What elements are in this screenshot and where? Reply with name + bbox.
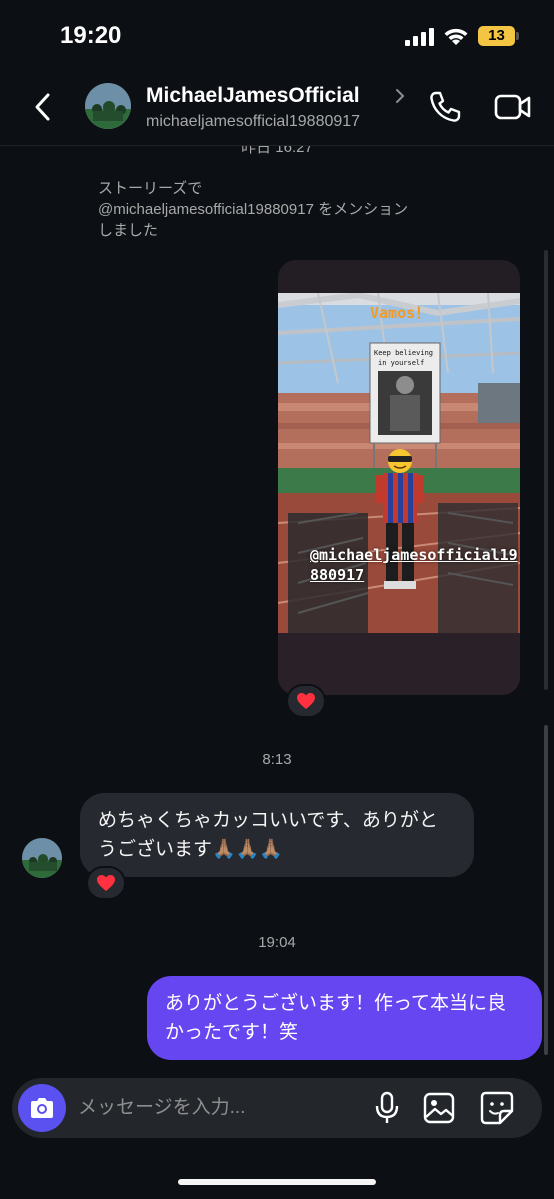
avatar[interactable] (22, 838, 62, 878)
chevron-left-icon[interactable] (28, 90, 60, 124)
battery-level: 13 (488, 27, 505, 44)
profile-handle[interactable]: michaeljamesofficial19880917 (146, 113, 360, 131)
status-bar: 19:20 13 (0, 0, 554, 70)
scroll-track (544, 250, 548, 690)
outgoing-message-bubble[interactable]: ありがとうございます！作って本当に良かったです！笑 (147, 976, 542, 1060)
camera-button[interactable] (18, 1084, 66, 1132)
story-overlay-text: Vamos！ (370, 304, 431, 322)
story-share-card[interactable]: Keep believing in yourself Vamos！ @micha… (278, 260, 520, 695)
scrollbar[interactable] (544, 725, 548, 1055)
phone-icon[interactable] (428, 90, 462, 124)
svg-text:Keep believing: Keep believing (374, 349, 433, 357)
story-mention-notice: ストーリーズで @michaeljamesofficial19880917 をメ… (98, 180, 409, 239)
sticker-icon[interactable] (480, 1091, 514, 1125)
cellular-signal-icon (405, 28, 434, 46)
timestamp-divider: 19:04 (258, 934, 296, 951)
heart-icon (97, 875, 115, 891)
profile-name[interactable]: MichaelJamesOfficial (146, 84, 388, 108)
svg-text:in yourself: in yourself (378, 359, 424, 367)
chat-header: MichaelJamesOfficial michaeljamesofficia… (0, 70, 554, 146)
heart-reaction[interactable] (286, 684, 326, 718)
video-camera-icon[interactable] (494, 92, 532, 122)
status-time: 19:20 (60, 22, 122, 49)
battery-icon: 13 (478, 26, 515, 46)
message-composer (12, 1078, 542, 1138)
message-input[interactable] (78, 1086, 358, 1130)
camera-icon (31, 1098, 53, 1118)
wifi-icon (444, 28, 468, 45)
incoming-message-bubble[interactable]: めちゃくちゃカッコいいです、ありがとうございます🙏🏽🙏🏽🙏🏽 (80, 793, 474, 877)
home-indicator (178, 1179, 376, 1185)
heart-reaction[interactable] (86, 866, 126, 900)
battery-nub (516, 32, 519, 40)
image-icon[interactable] (423, 1092, 455, 1124)
microphone-icon[interactable] (374, 1091, 400, 1125)
avatar[interactable] (85, 83, 131, 129)
heart-icon (297, 693, 315, 709)
timestamp-divider: 8:13 (262, 751, 292, 768)
story-mention-tag[interactable]: @michaeljamesofficial19880917 (310, 545, 520, 585)
chevron-right-icon[interactable] (394, 87, 406, 105)
